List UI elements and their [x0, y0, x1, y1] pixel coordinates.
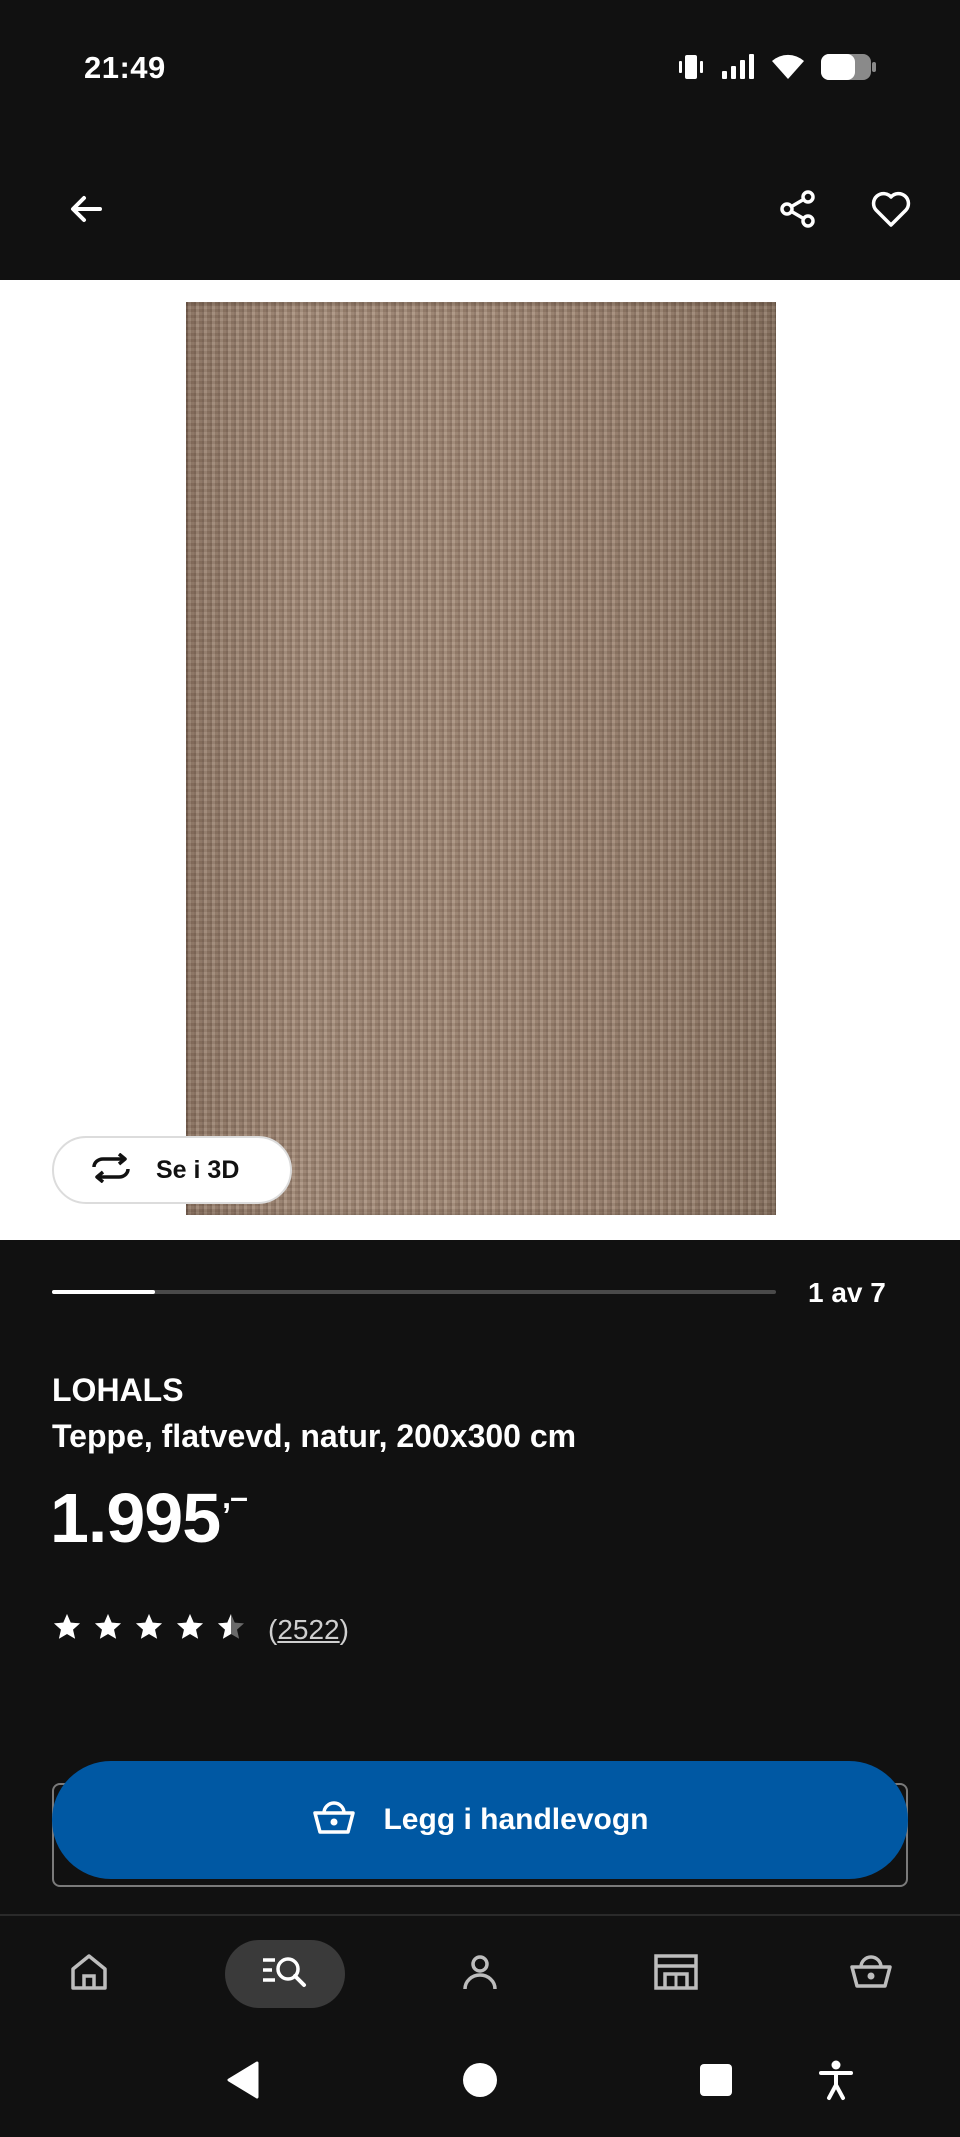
search-list-icon: [260, 1952, 310, 1997]
star-full-icon: [52, 1612, 82, 1647]
favorite-button[interactable]: [855, 175, 927, 247]
accessibility-icon: [816, 2059, 856, 2106]
product-brand: LOHALS: [52, 1372, 184, 1408]
home-icon: [68, 1952, 110, 1997]
gallery-position: 1 av 7: [808, 1277, 886, 1308]
product-price: 1.995,–: [50, 1478, 248, 1558]
back-button[interactable]: [50, 175, 122, 247]
product-description: Teppe, flatvevd, natur, 200x300 cm: [52, 1418, 577, 1454]
heart-icon: [870, 189, 912, 234]
battery-icon: [820, 52, 878, 87]
star-full-icon: [134, 1612, 164, 1647]
system-recents-button[interactable]: [686, 2052, 746, 2112]
vibrate-icon: [676, 53, 706, 86]
nav-home[interactable]: [29, 1940, 149, 2008]
rotate-icon: [88, 1152, 134, 1188]
gallery-progress-fill: [52, 1290, 156, 1294]
nav-profile[interactable]: [420, 1940, 540, 2008]
share-button[interactable]: [762, 175, 834, 247]
star-full-icon: [175, 1612, 205, 1647]
review-count-value: 2522: [277, 1613, 340, 1645]
recents-square-icon: [698, 2062, 734, 2103]
bottom-nav: [0, 1916, 960, 2026]
status-time: 21:49: [84, 50, 166, 85]
review-count[interactable]: (2522): [268, 1614, 349, 1646]
nav-cart[interactable]: [811, 1940, 931, 2008]
nav-search[interactable]: [225, 1940, 345, 2008]
system-home-button[interactable]: [450, 2052, 510, 2112]
add-to-cart-button[interactable]: Legg i handlevogn: [52, 1761, 908, 1879]
nav-store[interactable]: [616, 1940, 736, 2008]
gallery-progress: [52, 1290, 776, 1294]
product-image: [186, 302, 776, 1215]
store-icon: [653, 1952, 699, 1997]
system-nav: [0, 2030, 960, 2137]
status-bar: 21:49: [0, 0, 960, 140]
price-suffix: ,–: [222, 1479, 248, 1515]
rating-stars: [52, 1612, 246, 1647]
add-to-cart-label: Legg i handlevogn: [383, 1803, 649, 1836]
view-3d-button[interactable]: Se i 3D: [52, 1136, 292, 1204]
star-half-icon: [216, 1612, 246, 1647]
wifi-icon: [770, 53, 806, 86]
signal-icon: [720, 53, 756, 86]
basket-icon: [311, 1799, 357, 1842]
view-3d-label: Se i 3D: [156, 1155, 240, 1184]
back-arrow-icon: [66, 189, 106, 234]
rating[interactable]: (2522): [52, 1612, 349, 1647]
profile-icon: [460, 1952, 500, 1997]
system-back-button[interactable]: [213, 2052, 273, 2112]
status-icons: [676, 52, 878, 87]
star-full-icon: [93, 1612, 123, 1647]
system-accessibility-button[interactable]: [806, 2052, 866, 2112]
home-circle-icon: [460, 2060, 500, 2105]
product-gallery[interactable]: Se i 3D: [0, 280, 960, 1240]
price-value: 1.995: [50, 1479, 221, 1557]
back-triangle-icon: [223, 2059, 263, 2106]
basket-icon: [848, 1953, 894, 1996]
share-icon: [777, 188, 819, 235]
